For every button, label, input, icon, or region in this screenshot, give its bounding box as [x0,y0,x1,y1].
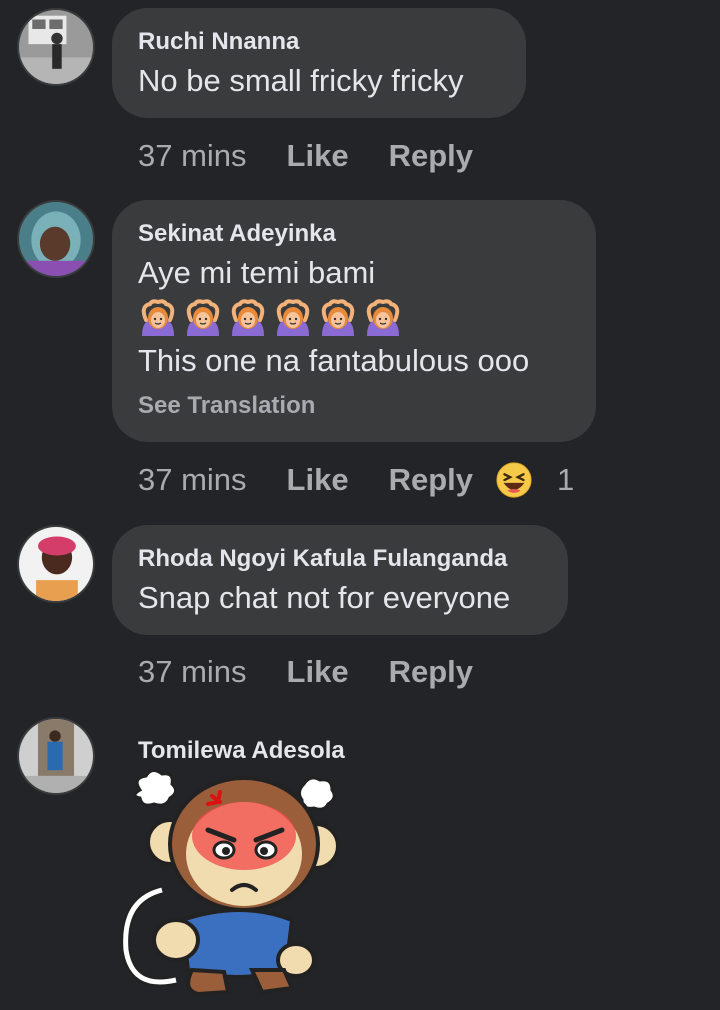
comment-text: No be small fricky fricky [138,63,464,98]
author-name[interactable]: Ruchi Nnanna [138,28,498,56]
avatar-photo-icon [19,10,93,84]
author-name[interactable]: Tomilewa Adesola [138,737,345,765]
person-gesturing-ok-emoji [141,299,175,336]
comment-actions: 37 mins Like Reply [138,652,473,692]
reply-button[interactable]: Reply [389,654,473,690]
like-button[interactable]: Like [287,654,349,690]
comment-bubble: Ruchi Nnanna No be small fricky fricky [112,8,526,118]
angry-monkey-sticker[interactable] [112,770,342,998]
like-button[interactable]: Like [287,462,349,498]
comment-actions: 37 mins Like Reply [138,136,473,176]
avatar[interactable] [17,717,95,795]
comment-text-line-1: Aye mi temi bami [138,255,376,290]
avatar[interactable] [17,525,95,603]
avatar-photo-icon [19,719,93,793]
reaction-count: 1 [557,462,575,497]
person-gesturing-ok-emoji [276,299,310,336]
reply-button[interactable]: Reply [389,462,473,498]
timestamp[interactable]: 37 mins [138,654,247,690]
reaction-summary[interactable]: 1 [495,461,574,499]
see-translation-link[interactable]: See Translation [138,392,568,420]
avatar[interactable] [17,200,95,278]
comment-text: Snap chat not for everyone [138,580,511,615]
comment-bubble: Sekinat Adeyinka Aye mi temi bami This o… [112,200,596,442]
comment-text-line-2: This one na fantabulous ooo [138,343,530,378]
avatar-photo-icon [19,202,93,276]
author-name[interactable]: Sekinat Adeyinka [138,220,568,248]
like-button[interactable]: Like [287,138,349,174]
avatar-photo-icon [19,527,93,601]
avatar[interactable] [17,8,95,86]
timestamp[interactable]: 37 mins [138,462,247,498]
person-gesturing-ok-emoji [321,299,355,336]
timestamp[interactable]: 37 mins [138,138,247,174]
comment-bubble: Rhoda Ngoyi Kafula Fulanganda Snap chat … [112,525,568,635]
person-gesturing-ok-emoji [366,299,400,336]
emoji-row [138,298,568,338]
person-gesturing-ok-emoji [231,299,265,336]
laughing-face-icon [496,462,532,498]
reply-button[interactable]: Reply [389,138,473,174]
author-name[interactable]: Rhoda Ngoyi Kafula Fulanganda [138,545,540,573]
person-gesturing-ok-emoji [186,299,220,336]
comment-actions: 37 mins Like Reply 1 [138,460,574,500]
